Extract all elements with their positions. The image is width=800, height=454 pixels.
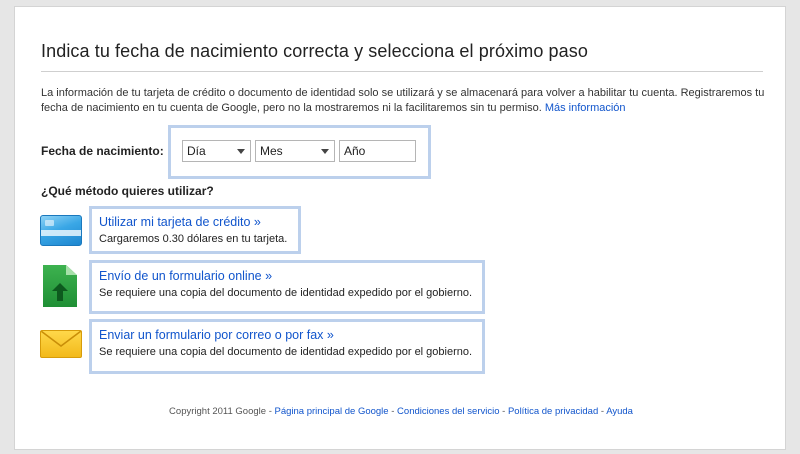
dob-label: Fecha de nacimiento: (41, 144, 164, 158)
option-credit-card[interactable]: Utilizar mi tarjeta de crédito » Cargare… (89, 206, 301, 254)
upload-arrow-icon (52, 283, 68, 301)
method-question: ¿Qué método quieres utilizar? (41, 184, 214, 198)
footer-copyright: Copyright 2011 Google (169, 406, 267, 417)
intro-text: La información de tu tarjeta de crédito … (41, 87, 765, 114)
option-mail-fax-desc: Se requiere una copia del documento de i… (99, 346, 473, 358)
day-select-value: Día (187, 144, 206, 158)
footer-link-home[interactable]: Página principal de Google (275, 406, 389, 417)
option-mail-fax-title[interactable]: Enviar un formulario por correo o por fa… (99, 327, 474, 343)
footer-link-help[interactable]: Ayuda (606, 406, 633, 417)
option-credit-card-desc: Cargaremos 0.30 dólares en tu tarjeta. (99, 233, 288, 245)
credit-card-icon (40, 215, 82, 246)
more-info-link[interactable]: Más información (545, 102, 626, 114)
year-input-placeholder: Año (344, 144, 366, 158)
month-select[interactable]: Mes (255, 140, 335, 162)
envelope-icon (40, 330, 82, 358)
footer: Copyright 2011 Google - Página principal… (169, 406, 633, 417)
year-input[interactable]: Año (339, 140, 416, 162)
option-mail-fax[interactable]: Enviar un formulario por correo o por fa… (89, 319, 485, 374)
option-online-form[interactable]: Envío de un formulario online » Se requi… (89, 260, 485, 314)
option-online-form-title[interactable]: Envío de un formulario online » (99, 268, 474, 284)
footer-link-terms[interactable]: Condiciones del servicio (397, 406, 499, 417)
page: Indica tu fecha de nacimiento correcta y… (14, 6, 786, 450)
intro-paragraph: La información de tu tarjeta de crédito … (41, 86, 769, 115)
day-select[interactable]: Día (182, 140, 251, 162)
title-divider (41, 71, 763, 72)
dob-box: Día Mes Año (168, 125, 431, 179)
chevron-down-icon (237, 149, 245, 154)
footer-link-privacy[interactable]: Política de privacidad (508, 406, 598, 417)
month-select-value: Mes (260, 144, 283, 158)
option-credit-card-title[interactable]: Utilizar mi tarjeta de crédito » (99, 214, 290, 230)
page-title: Indica tu fecha de nacimiento correcta y… (41, 41, 588, 61)
option-online-form-desc: Se requiere una copia del documento de i… (99, 287, 473, 299)
chevron-down-icon (321, 149, 329, 154)
